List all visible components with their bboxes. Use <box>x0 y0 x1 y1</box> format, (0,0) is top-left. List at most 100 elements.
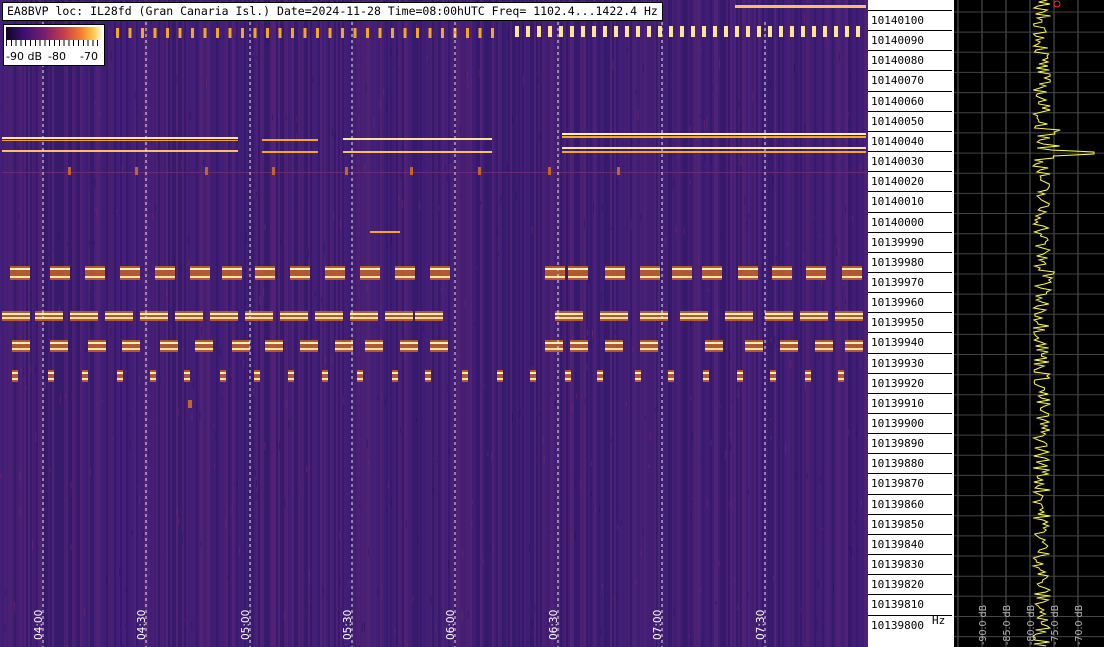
freq-tick: 10140010 <box>868 191 954 208</box>
time-label: 07:30 <box>755 609 767 640</box>
freq-tick: 10140040 <box>868 130 954 148</box>
freq-tick: 10140020 <box>868 171 954 188</box>
freq-tick-label: 10140020 <box>871 175 924 189</box>
freq-tick: 10140100 <box>868 10 954 27</box>
freq-tick: 10140070 <box>868 70 954 87</box>
freq-tick: 10139910 <box>868 392 954 410</box>
color-legend: -90 dB -80 -70 <box>3 24 105 66</box>
freq-tick: 10139820 <box>868 574 954 591</box>
freq-tick-label: 10140010 <box>871 195 924 209</box>
legend-label-max: -70 <box>80 50 98 63</box>
freq-tick: 10139890 <box>868 433 954 450</box>
freq-tick-line <box>868 493 952 495</box>
freq-tick-line <box>868 594 952 596</box>
freq-tick: 10140080 <box>868 50 954 67</box>
freq-tick-label: 10139890 <box>871 437 924 451</box>
freq-tick-label: 10139850 <box>871 517 924 531</box>
freq-tick-line <box>868 191 952 193</box>
freq-tick-line <box>868 251 952 253</box>
freq-tick-label: 10139960 <box>871 296 924 310</box>
freq-tick-label: 10140090 <box>871 34 924 48</box>
freq-tick-label: 10139860 <box>871 497 924 511</box>
freq-tick-label: 10139810 <box>871 598 924 612</box>
legend-label-min: -90 dB <box>6 50 42 63</box>
freq-tick-line <box>868 211 952 213</box>
freq-tick-line <box>868 533 952 535</box>
db-label: -70.0 dB <box>1074 604 1085 645</box>
freq-tick-line <box>868 171 952 173</box>
freq-tick-label: 10140070 <box>871 74 924 88</box>
freq-tick-label: 10139930 <box>871 356 924 370</box>
freq-tick-label: 10140040 <box>871 134 924 148</box>
freq-tick-line <box>868 50 952 52</box>
freq-tick-line <box>868 70 952 72</box>
freq-tick-label: 10139800 <box>871 618 924 632</box>
spectrum-panel: -90.0 dB -85.0 dB -80.0 dB -75.0 dB -70.0 dB <box>954 0 1104 647</box>
freq-tick-label: 10140060 <box>871 94 924 108</box>
freq-tick: 10139870 <box>868 473 954 490</box>
header-info: EA8BVP loc: IL28fd (Gran Canaria Isl.) D… <box>2 2 663 21</box>
freq-tick-line <box>868 513 952 515</box>
freq-tick: 10140090 <box>868 30 954 47</box>
time-label: 04:30 <box>136 609 148 640</box>
db-label: -80.0 dB <box>1026 604 1037 645</box>
freq-tick-line <box>868 312 952 314</box>
time-label: 07:00 <box>652 609 664 640</box>
freq-tick-label: 10139840 <box>871 537 924 551</box>
freq-tick-line <box>868 271 952 273</box>
frequency-axis: 10140100 10140090 10140080 10140070 10140060… <box>868 0 954 647</box>
time-label: 05:30 <box>342 609 354 640</box>
freq-tick: 10139990 <box>868 231 954 249</box>
db-label: -90.0 dB <box>978 604 989 645</box>
freq-tick: 10139970 <box>868 271 954 289</box>
frequency-unit-label: Hz <box>932 614 946 627</box>
db-label: -85.0 dB <box>1002 604 1013 645</box>
freq-tick-label: 10140000 <box>871 215 924 229</box>
freq-tick-line <box>868 473 952 475</box>
freq-tick-line <box>868 433 952 435</box>
freq-tick-label: 10139910 <box>871 396 924 410</box>
freq-tick: 10140000 <box>868 211 954 229</box>
time-label: 04:00 <box>33 609 45 640</box>
freq-tick-line <box>868 332 952 334</box>
freq-tick-line <box>868 130 952 132</box>
peak-marker <box>1053 0 1061 8</box>
freq-tick: 10139950 <box>868 312 954 329</box>
freq-tick-label: 10139830 <box>871 558 924 571</box>
freq-tick: 10139930 <box>868 352 954 370</box>
freq-tick-line <box>868 30 952 32</box>
freq-tick-label: 10139940 <box>871 336 924 350</box>
freq-tick-line <box>868 453 952 455</box>
freq-tick-line <box>868 90 952 92</box>
freq-tick-label: 10140030 <box>871 155 924 168</box>
freq-tick-line <box>868 10 952 11</box>
freq-tick-label: 10139920 <box>871 376 924 390</box>
freq-tick: 10139940 <box>868 332 954 349</box>
waterfall-display[interactable]: EA8BVP loc: IL28fd (Gran Canaria Isl.) D… <box>0 0 868 647</box>
freq-tick-line <box>868 231 952 233</box>
freq-tick-label: 10140080 <box>871 54 924 68</box>
db-label: -75.0 dB <box>1050 604 1061 645</box>
freq-tick: 10139880 <box>868 453 954 470</box>
freq-tick: 10139840 <box>868 533 954 551</box>
freq-tick: 10139850 <box>868 513 954 531</box>
freq-tick-label: 10139820 <box>871 578 924 592</box>
freq-tick-line <box>868 151 952 152</box>
freq-tick-line <box>868 372 952 374</box>
freq-tick: 10139830 <box>868 554 954 571</box>
freq-tick-line <box>868 392 952 394</box>
freq-tick-line <box>868 574 952 576</box>
freq-tick-label: 10139870 <box>871 477 924 491</box>
freq-tick-label: 10140050 <box>871 114 924 128</box>
freq-tick-label: 10139950 <box>871 316 924 330</box>
time-label: 06:00 <box>445 609 457 640</box>
freq-tick-label: 10139970 <box>871 275 924 289</box>
freq-tick: 10139980 <box>868 251 954 269</box>
spectrum-grid <box>954 0 1104 647</box>
noise-texture <box>0 0 868 647</box>
time-label: 06:30 <box>548 609 560 640</box>
freq-tick: 10140050 <box>868 110 954 128</box>
freq-tick-line <box>868 292 952 294</box>
freq-tick: 10139920 <box>868 372 954 390</box>
freq-tick-label: 10140100 <box>871 14 924 27</box>
